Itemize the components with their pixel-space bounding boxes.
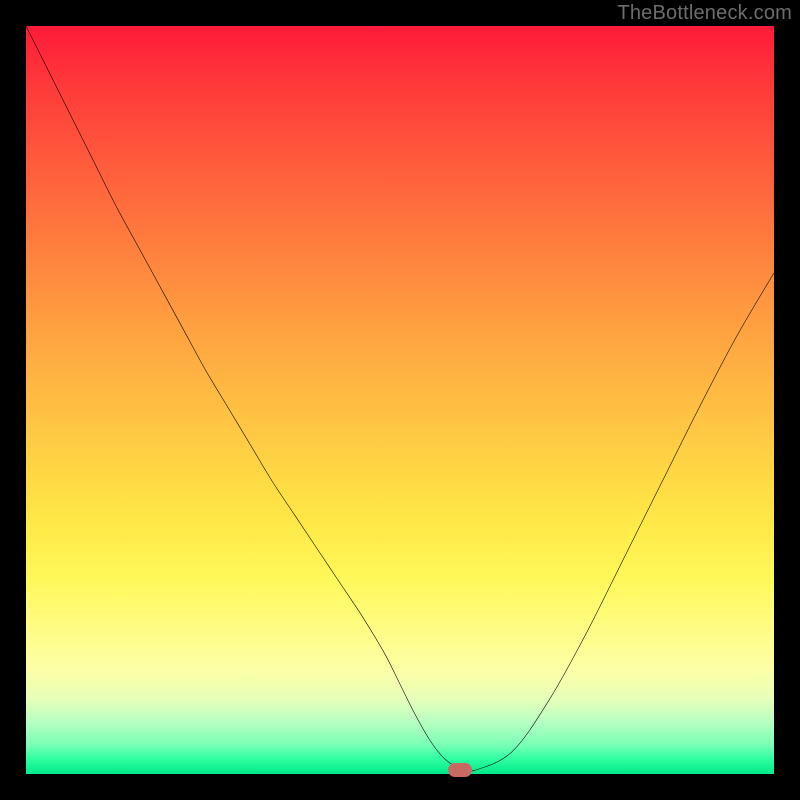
chart-frame: TheBottleneck.com — [0, 0, 800, 800]
optimal-point-marker — [448, 763, 472, 777]
watermark-text: TheBottleneck.com — [617, 2, 792, 25]
bottleneck-curve — [26, 26, 774, 774]
